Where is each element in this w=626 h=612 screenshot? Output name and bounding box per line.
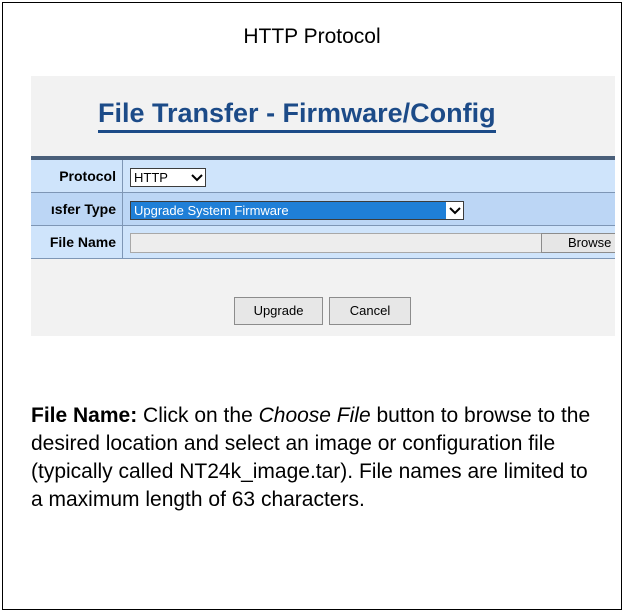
browse-button[interactable]: Browse [541, 233, 615, 253]
cancel-button[interactable]: Cancel [329, 297, 411, 325]
protocol-select[interactable]: HTTP [130, 168, 206, 187]
description-part1: Click on the [137, 404, 259, 427]
panel-title: File Transfer - Firmware/Config [98, 98, 496, 133]
file-name-description: File Name: Click on the Choose File butt… [31, 402, 601, 514]
file-name-row: File Name Browse [31, 226, 615, 259]
description-emphasis: Choose File [258, 404, 371, 427]
figure-frame: HTTP Protocol File Transfer - Firmware/C… [2, 2, 622, 610]
chevron-down-icon [446, 202, 463, 219]
transfer-type-value: Upgrade System Firmware [134, 203, 289, 218]
protocol-label: Protocol [31, 160, 123, 192]
screenshot-panel: File Transfer - Firmware/Config Protocol… [31, 76, 615, 336]
transfer-type-label: ısfer Type [31, 193, 123, 225]
transfer-type-select[interactable]: Upgrade System Firmware [130, 201, 464, 220]
file-name-label: File Name [31, 226, 123, 258]
chevron-down-icon [188, 169, 205, 186]
transfer-form: Protocol HTTP ısfer Type Upgrade System … [31, 156, 615, 259]
description-lead: File Name: [31, 404, 138, 427]
upgrade-button[interactable]: Upgrade [234, 297, 323, 325]
figure-caption: HTTP Protocol [243, 25, 381, 48]
protocol-row: Protocol HTTP [31, 160, 615, 193]
transfer-type-row: ısfer Type Upgrade System Firmware [31, 193, 615, 226]
file-name-field[interactable] [130, 233, 544, 253]
protocol-value: HTTP [134, 170, 168, 185]
